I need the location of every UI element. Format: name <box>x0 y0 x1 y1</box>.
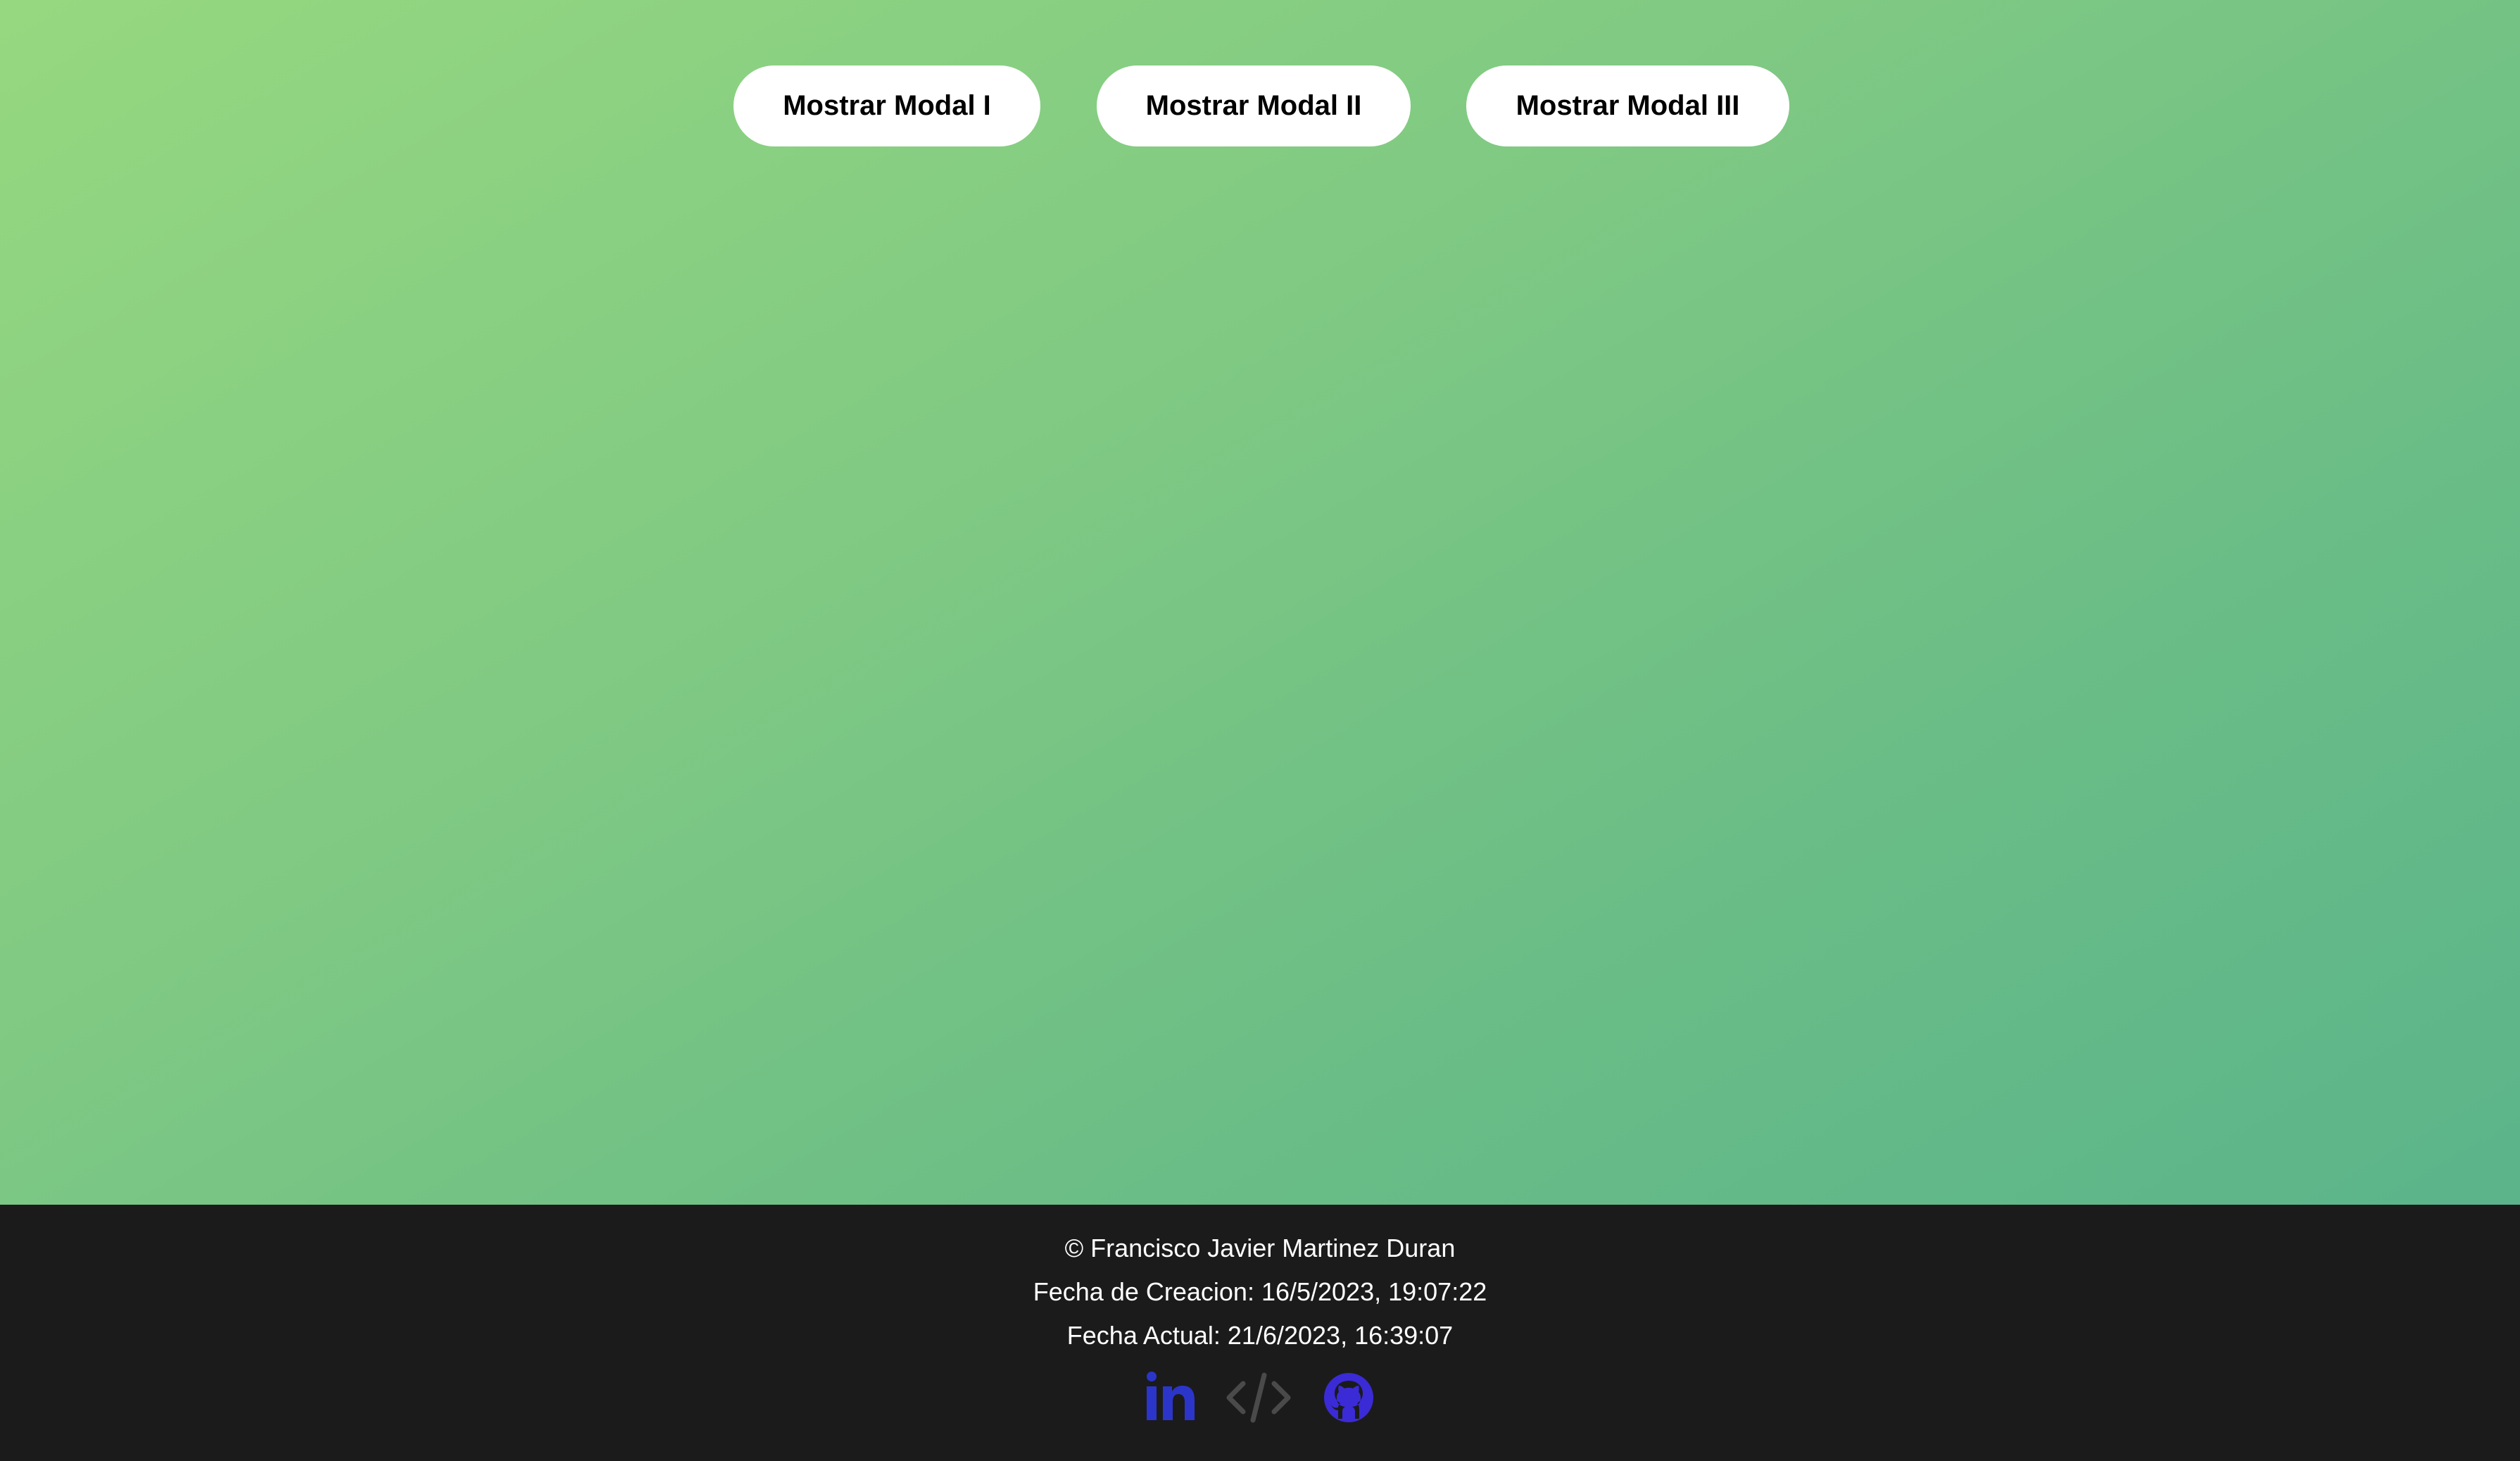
github-icon[interactable] <box>1323 1371 1374 1424</box>
creation-date-text: Fecha de Creacion: 16/5/2023, 19:07:22 <box>1033 1277 1487 1306</box>
modal-button-row: Mostrar Modal I Mostrar Modal II Mostrar… <box>0 65 2520 146</box>
current-date-text: Fecha Actual: 21/6/2023, 16:39:07 <box>1066 1321 1454 1350</box>
show-modal-2-button[interactable]: Mostrar Modal II <box>1097 65 1411 146</box>
code-icon[interactable] <box>1225 1371 1292 1424</box>
footer: © Francisco Javier Martinez Duran Fecha … <box>0 1205 2520 1461</box>
linkedin-icon[interactable] <box>1146 1371 1195 1424</box>
show-modal-3-button[interactable]: Mostrar Modal III <box>1466 65 1789 146</box>
show-modal-1-button[interactable]: Mostrar Modal I <box>733 65 1040 146</box>
copyright-text: © Francisco Javier Martinez Duran <box>1064 1234 1456 1262</box>
main-content: Mostrar Modal I Mostrar Modal II Mostrar… <box>0 0 2520 1205</box>
